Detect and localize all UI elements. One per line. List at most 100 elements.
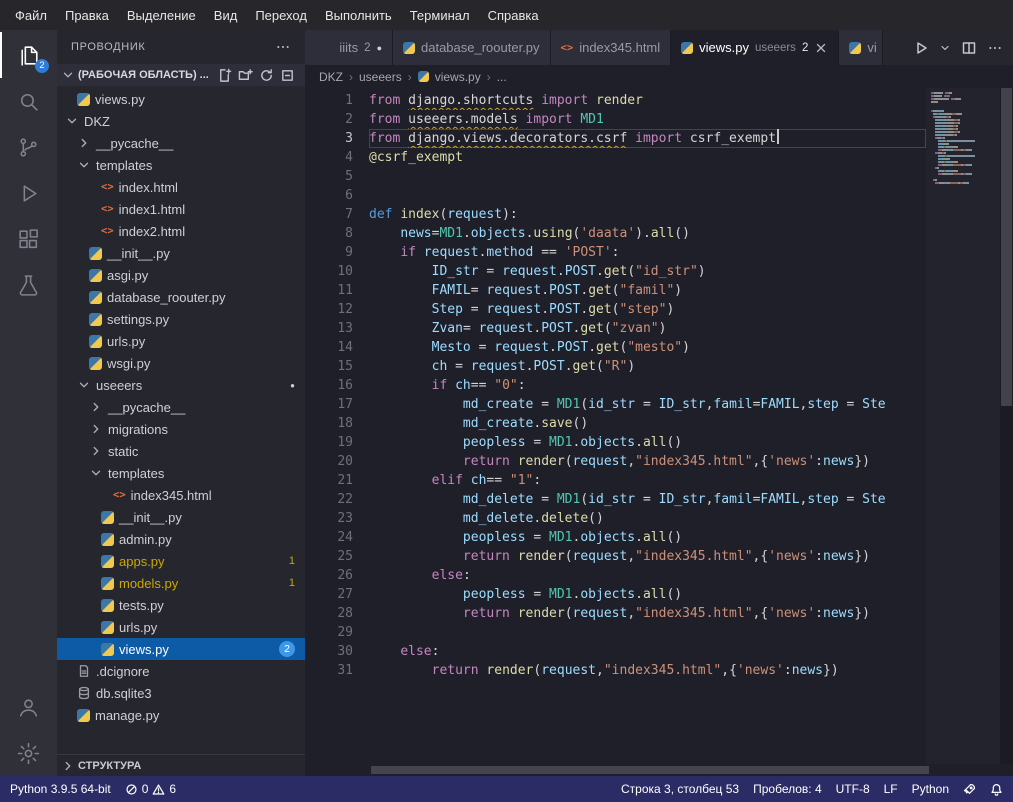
line-content[interactable]: peopless = MD1.objects.all() [369, 528, 926, 547]
collapse-icon[interactable] [280, 68, 295, 83]
breadcrumb-item[interactable]: ... [497, 70, 507, 84]
activity-source-control[interactable] [0, 124, 57, 170]
line-content[interactable]: if request.method == 'POST': [369, 243, 926, 262]
line-content[interactable]: else: [369, 642, 926, 661]
tree-item-templates[interactable]: templates [57, 154, 305, 176]
breadcrumb-item[interactable]: useeers [359, 70, 402, 84]
tree-item-__init__.py[interactable]: __init__.py [57, 506, 305, 528]
tree-item-admin.py[interactable]: admin.py [57, 528, 305, 550]
line-content[interactable]: news=MD1.objects.using('daata').all() [369, 224, 926, 243]
run-dropdown[interactable] [939, 42, 951, 54]
editor-more-actions[interactable] [987, 40, 1003, 56]
menu-item[interactable]: Правка [56, 4, 118, 27]
line-content[interactable]: return render(request,"index345.html",{'… [369, 604, 926, 623]
workspace-section-header[interactable]: (РАБОЧАЯ ОБЛАСТЬ) ... [57, 64, 305, 86]
activity-settings[interactable] [0, 730, 57, 776]
tree-item-views.py[interactable]: views.py [57, 88, 305, 110]
tab-database_roouter.py[interactable]: database_roouter.py [393, 30, 551, 65]
tab-vi[interactable]: vi [839, 30, 883, 65]
line-content[interactable]: peopless = MD1.objects.all() [369, 433, 926, 452]
menu-item[interactable]: Файл [6, 4, 56, 27]
tree-item-useeers[interactable]: useeers● [57, 374, 305, 396]
line-content[interactable] [369, 167, 926, 186]
python-interpreter[interactable]: Python 3.9.5 64-bit [10, 782, 111, 796]
tree-item-wsgi.py[interactable]: wsgi.py [57, 352, 305, 374]
line-content[interactable] [369, 186, 926, 205]
tree-item-views.py[interactable]: views.py2 [57, 638, 305, 660]
tree-item-migrations[interactable]: migrations [57, 418, 305, 440]
line-content[interactable] [369, 623, 926, 642]
line-content[interactable]: else: [369, 566, 926, 585]
tree-item-index.html[interactable]: <>index.html [57, 176, 305, 198]
tree-item-.dcignore[interactable]: .dcignore [57, 660, 305, 682]
tree-item-static[interactable]: static [57, 440, 305, 462]
tree-item-__pycache__[interactable]: __pycache__ [57, 132, 305, 154]
vertical-scrollbar[interactable] [1000, 88, 1013, 764]
breadcrumb-item[interactable]: DKZ [319, 70, 343, 84]
run-button[interactable] [913, 40, 929, 56]
language-server-icon[interactable] [963, 783, 976, 796]
line-content[interactable]: from django.views.decorators.csrf import… [369, 129, 926, 148]
tree-item-__init__.py[interactable]: __init__.py [57, 242, 305, 264]
tree-item-index1.html[interactable]: <>index1.html [57, 198, 305, 220]
line-content[interactable]: ch = request.POST.get("R") [369, 357, 926, 376]
tree-item-tests.py[interactable]: tests.py [57, 594, 305, 616]
tree-item-manage.py[interactable]: manage.py [57, 704, 305, 726]
new-file-icon[interactable] [217, 68, 232, 83]
line-content[interactable]: elif ch== "1": [369, 471, 926, 490]
activity-extensions[interactable] [0, 216, 57, 262]
line-content[interactable]: md_delete = MD1(id_str = ID_str,famil=FA… [369, 490, 926, 509]
menu-item[interactable]: Терминал [401, 4, 479, 27]
line-content[interactable]: from useeers.models import MD1 [369, 110, 926, 129]
problems-indicator[interactable]: 0 6 [125, 782, 176, 796]
breadcrumb[interactable]: DKZ›useeers›views.py›... [305, 65, 1013, 88]
horizontal-scrollbar[interactable] [305, 764, 1013, 776]
line-content[interactable]: return render(request,"index345.html",{'… [369, 661, 926, 680]
encoding-setting[interactable]: UTF-8 [836, 782, 870, 796]
line-content[interactable]: md_delete.delete() [369, 509, 926, 528]
line-content[interactable]: Zvan= request.POST.get("zvan") [369, 319, 926, 338]
line-content[interactable]: @csrf_exempt [369, 148, 926, 167]
tree-item-urls.py[interactable]: urls.py [57, 330, 305, 352]
tree-item-__pycache__[interactable]: __pycache__ [57, 396, 305, 418]
menu-item[interactable]: Выполнить [316, 4, 401, 27]
tree-item-asgi.py[interactable]: asgi.py [57, 264, 305, 286]
tree-item-database_roouter.py[interactable]: database_roouter.py [57, 286, 305, 308]
activity-run-and-debug[interactable] [0, 170, 57, 216]
line-content[interactable]: ID_str = request.POST.get("id_str") [369, 262, 926, 281]
activity-explorer[interactable]: 2 [0, 32, 57, 78]
line-content[interactable]: Step = request.POST.get("step") [369, 300, 926, 319]
menu-item[interactable]: Справка [479, 4, 548, 27]
menu-item[interactable]: Выделение [118, 4, 205, 27]
cursor-position[interactable]: Строка 3, столбец 53 [621, 782, 739, 796]
tree-item-settings.py[interactable]: settings.py [57, 308, 305, 330]
line-content[interactable]: md_create.save() [369, 414, 926, 433]
tab-index345.html[interactable]: <>index345.html [551, 30, 672, 65]
tab-iiits[interactable]: iiits2● [305, 30, 393, 65]
activity-testing[interactable] [0, 262, 57, 308]
activity-accounts[interactable] [0, 684, 57, 730]
line-content[interactable]: def index(request): [369, 205, 926, 224]
refresh-icon[interactable] [259, 68, 274, 83]
tree-item-apps.py[interactable]: apps.py1 [57, 550, 305, 572]
line-content[interactable]: FAMIL= request.POST.get("famil") [369, 281, 926, 300]
close-icon[interactable] [814, 41, 828, 55]
indentation-setting[interactable]: Пробелов: 4 [753, 782, 822, 796]
line-content[interactable]: return render(request,"index345.html",{'… [369, 547, 926, 566]
line-content[interactable]: md_create = MD1(id_str = ID_str,famil=FA… [369, 395, 926, 414]
breadcrumb-item[interactable]: views.py [435, 70, 481, 84]
line-content[interactable]: from django.shortcuts import render [369, 91, 926, 110]
line-content[interactable]: Mesto = request.POST.get("mesto") [369, 338, 926, 357]
notifications-bell-icon[interactable] [990, 783, 1003, 796]
minimap[interactable] [926, 88, 1000, 764]
line-content[interactable]: return render(request,"index345.html",{'… [369, 452, 926, 471]
horizontal-scrollbar-thumb[interactable] [371, 766, 929, 774]
tab-views.py[interactable]: views.pyuseeers2 [671, 30, 839, 65]
tree-item-DKZ[interactable]: DKZ [57, 110, 305, 132]
tree-item-db.sqlite3[interactable]: db.sqlite3 [57, 682, 305, 704]
tree-item-index2.html[interactable]: <>index2.html [57, 220, 305, 242]
vertical-scrollbar-thumb[interactable] [1001, 88, 1012, 406]
activity-search[interactable] [0, 78, 57, 124]
tree-item-index345.html[interactable]: <>index345.html [57, 484, 305, 506]
new-folder-icon[interactable] [238, 68, 253, 83]
